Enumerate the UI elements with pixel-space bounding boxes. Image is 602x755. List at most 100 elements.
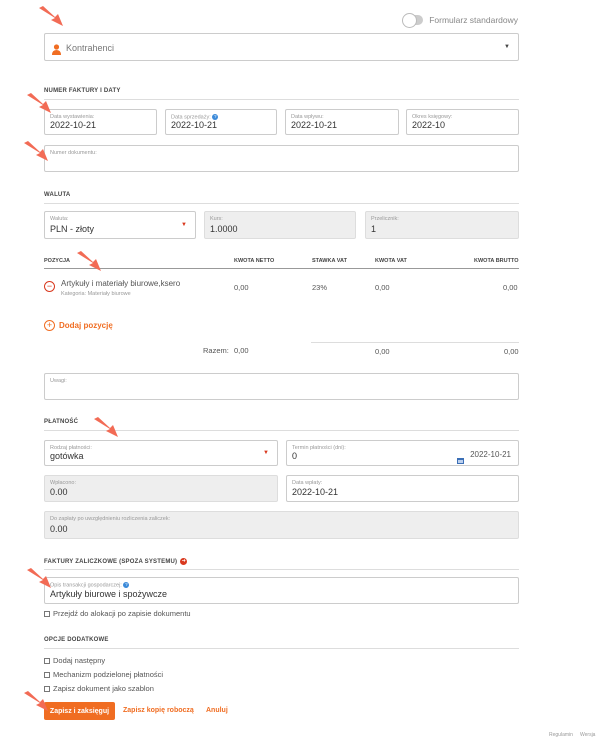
chevron-down-icon: ▼ [181,222,187,228]
checkbox[interactable] [44,657,50,664]
field-label: Wpłacono: [50,480,76,486]
advance-section-header[interactable]: FAKTURY ZALICZKOWE (SPOZA SYSTEMU) ➜ [44,558,188,565]
item-vat: 0,00 [375,283,390,292]
field-label: Do zapłaty po uwzględnieniu rozliczenia … [50,516,171,522]
field-label: Opis transakcji gospodarczej: ? [50,582,130,588]
item-gross: 0,00 [503,283,518,292]
currency-section-title: WALUTA [44,192,71,198]
sale-date-field[interactable]: Data sprzedaży: ? 2022-10-21 [165,109,277,135]
chevron-down-icon: ▼ [263,450,269,456]
checkbox-label: Zapisz dokument jako szablon [53,684,154,693]
annotation-arrow-icon [27,568,51,588]
arrow-right-circle-icon[interactable]: ➜ [180,558,188,565]
field-value: 2022-10-21 [291,120,338,130]
rate-field: Kurs: 1.0000 [204,211,356,239]
col-net: KWOTA NETTO [234,258,275,264]
add-item-button[interactable]: + Dodaj pozycję [44,320,113,331]
field-value: 2022-10 [412,120,446,130]
add-item-label: Dodaj pozycję [59,321,113,330]
receipt-date-field[interactable]: Data wpływu: 2022-10-21 [285,109,399,135]
save-draft-button[interactable]: Zapisz kopię roboczą [123,707,194,714]
terms-link[interactable]: Regulamin [549,732,573,738]
field-label: Waluta: [50,216,69,222]
toggle-switch[interactable] [402,13,424,28]
multiplier-field: Przelicznik: 1 [365,211,519,239]
field-value: 0.00 [50,487,68,497]
divider [44,648,519,649]
field-value: 2022-10-21 [292,487,339,497]
checkbox[interactable] [44,610,50,617]
to-pay-field: Do zapłaty po uwzględnieniu rozliczenia … [44,511,519,539]
field-value: 1 [371,224,377,234]
payment-term-field[interactable]: Termin płatności (dni): 0 2022-10-21 [286,440,519,466]
payment-section-title: PŁATNOŚĆ [44,419,79,425]
field-value: 0 [292,451,298,461]
field-value: gotówka [50,451,84,461]
field-value: PLN - złoty [50,224,95,234]
annotation-arrow-icon [94,417,118,437]
col-gross: KWOTA BRUTTO [474,258,519,264]
advance-section-title: FAKTURY ZALICZKOWE (SPOZA SYSTEMU) [44,558,178,565]
options-section-title: OPCJE DODATKOWE [44,637,109,643]
currency-select[interactable]: Waluta: PLN - złoty ▼ [44,211,196,239]
field-value: 0.00 [50,524,68,534]
divider [44,268,519,269]
field-label: Uwagi: [50,378,67,384]
allocate-checkbox[interactable]: Przejdź do alokacji po zapisie dokumentu [44,609,191,618]
annotation-arrow-icon [77,251,101,271]
calendar-icon[interactable] [457,451,464,464]
remove-item-button[interactable]: − [44,281,55,292]
field-value: 1.0000 [210,224,238,234]
field-value: Artykuły biurowe i spożywcze [50,589,168,599]
cancel-button[interactable]: Anuluj [206,707,228,714]
payment-method-select[interactable]: Rodzaj płatności: gotówka ▼ [44,440,278,466]
field-label: Przelicznik: [371,216,399,222]
add-next-checkbox[interactable]: Dodaj następny [44,656,105,665]
divider [44,203,519,204]
tax-period-field[interactable]: Okres księgowy: 2022-10 [406,109,519,135]
transaction-description-field[interactable]: Opis transakcji gospodarczej: ? Artykuły… [44,577,519,604]
toggle-label: Formularz standardowy [429,15,518,25]
save-and-post-button[interactable]: Zapisz i zaksięguj [44,702,115,720]
checkbox-label: Przejdź do alokacji po zapisie dokumentu [53,609,191,618]
standard-form-toggle[interactable]: Formularz standardowy [402,13,518,28]
notes-field[interactable]: Uwagi: [44,373,519,400]
item-category: Kategoria: Materiały biurowe [61,291,131,297]
item-net: 0,00 [234,283,249,292]
item-name: Artykuły i materiały biurowe,ksero [61,279,181,288]
paid-field: Wpłacono: 0.00 [44,475,278,502]
total-gross: 0,00 [504,347,519,356]
person-icon [52,42,61,55]
field-label: Numer dokumentu: [50,150,97,156]
item-vat-rate: 23% [312,283,328,292]
checkbox-label: Dodaj następny [53,656,106,665]
annotation-arrow-icon [24,691,48,711]
field-label: Kurs: [210,216,223,222]
contractor-select[interactable]: Kontrahenci ▼ [44,33,519,61]
split-payment-checkbox[interactable]: Mechanizm podzielonej płatności [44,670,163,679]
help-icon[interactable]: ? [123,582,130,588]
checkbox-label: Mechanizm podzielonej płatności [53,670,164,679]
due-date: 2022-10-21 [470,450,511,459]
contractor-placeholder: Kontrahenci [66,43,115,53]
field-value: 2022-10-21 [50,120,97,130]
chevron-down-icon: ▼ [504,44,510,50]
total-vat: 0,00 [375,347,390,356]
total-label: Razem: [203,346,229,355]
divider [44,569,519,570]
checkbox[interactable] [44,671,50,678]
divider [44,99,519,100]
doc-number-field[interactable]: Numer dokumentu: [44,145,519,172]
divider [311,342,519,343]
annotation-arrow-icon [27,93,51,113]
field-value: 2022-10-21 [171,120,218,130]
paid-date-field[interactable]: Data wpłaty: 2022-10-21 [286,475,519,502]
plus-icon: + [44,320,55,331]
field-label: Data wpłaty: [292,480,323,486]
col-vat-rate: STAWKA VAT [312,258,347,264]
invoice-section-title: NUMER FAKTURY I DATY [44,88,121,94]
issue-date-field[interactable]: Data wystawienia: 2022-10-21 [44,109,157,135]
field-label: Termin płatności (dni): [292,445,346,451]
total-net: 0,00 [234,346,249,355]
save-as-template-checkbox[interactable]: Zapisz dokument jako szablon [44,684,154,693]
